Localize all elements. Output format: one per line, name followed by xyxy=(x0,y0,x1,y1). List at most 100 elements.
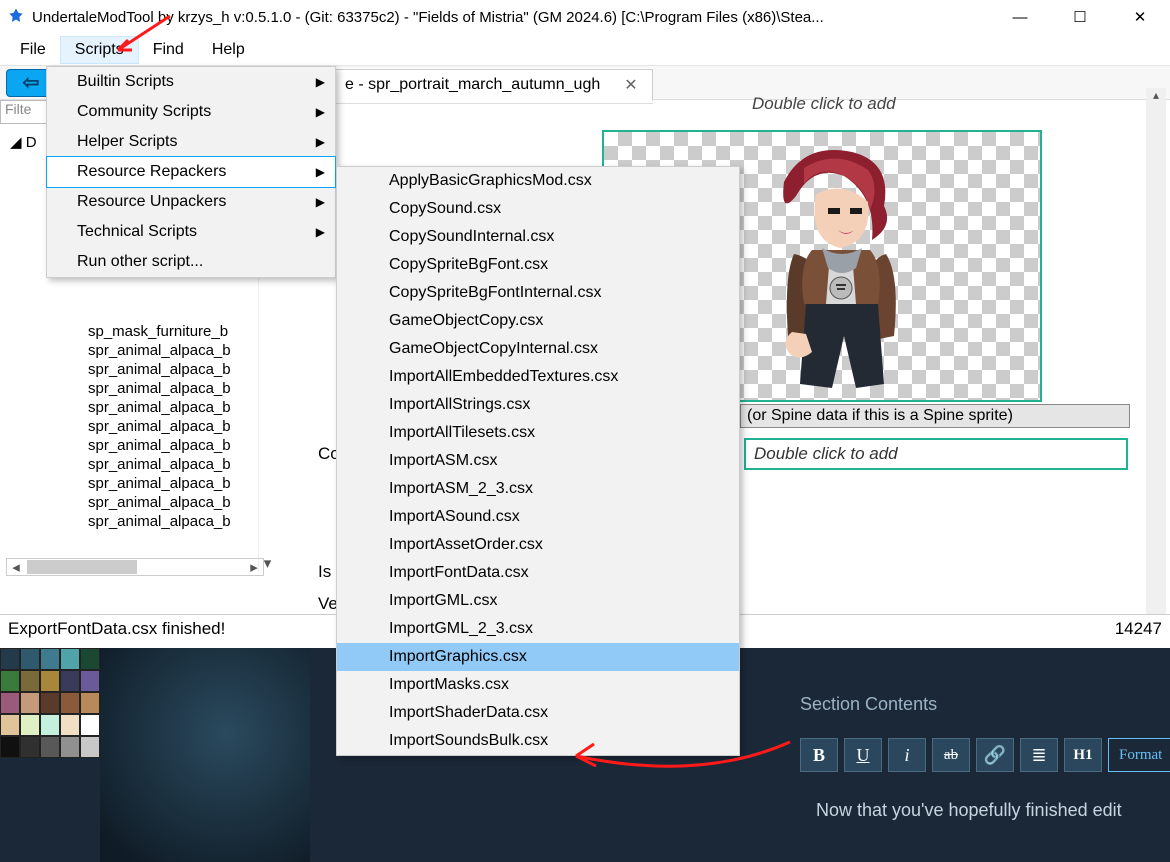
scripts-menu-item[interactable]: Community Scripts▶ xyxy=(47,97,335,127)
tree-item[interactable]: spr_animal_alpaca_b xyxy=(10,360,268,379)
scroll-down-icon[interactable]: ▾ xyxy=(264,554,272,572)
palette-swatch[interactable] xyxy=(40,714,60,736)
palette-swatch[interactable] xyxy=(0,648,20,670)
close-window-button[interactable]: ✕ xyxy=(1110,0,1170,34)
link-button[interactable]: 🔗 xyxy=(976,738,1014,772)
status-text: ExportFontData.csx finished! xyxy=(8,619,225,642)
palette-swatch[interactable] xyxy=(0,670,20,692)
palette-swatch[interactable] xyxy=(20,714,40,736)
tree-item[interactable]: spr_animal_alpaca_b xyxy=(10,379,268,398)
tree-item[interactable]: spr_animal_alpaca_b xyxy=(10,512,268,531)
format-dropdown[interactable]: Format xyxy=(1108,738,1170,772)
tab-row: e - spr_portrait_march_autumn_ugh ✕ xyxy=(330,68,653,104)
tree-item[interactable]: spr_animal_alpaca_b xyxy=(10,398,268,417)
scripts-menu-item[interactable]: Resource Repackers▶ xyxy=(47,157,335,187)
palette-swatch[interactable] xyxy=(60,736,80,758)
repacker-script-item[interactable]: ApplyBasicGraphicsMod.csx xyxy=(337,167,739,195)
repacker-script-item[interactable]: ImportASM.csx xyxy=(337,447,739,475)
menu-find[interactable]: Find xyxy=(139,37,198,63)
tree-item[interactable]: spr_animal_alpaca_b xyxy=(10,493,268,512)
scripts-menu-item[interactable]: Resource Unpackers▶ xyxy=(47,187,335,217)
palette-swatch[interactable] xyxy=(40,648,60,670)
repacker-script-item[interactable]: GameObjectCopyInternal.csx xyxy=(337,335,739,363)
palette-swatch[interactable] xyxy=(0,736,20,758)
repacker-script-item[interactable]: ImportGraphics.csx xyxy=(337,643,739,671)
tree-item[interactable]: spr_animal_alpaca_b xyxy=(10,341,268,360)
repacker-script-item[interactable]: ImportSoundsBulk.csx xyxy=(337,727,739,755)
menu-file[interactable]: File xyxy=(6,37,60,63)
repacker-script-item[interactable]: GameObjectCopy.csx xyxy=(337,307,739,335)
palette-swatch[interactable] xyxy=(0,692,20,714)
palette-swatch[interactable] xyxy=(80,736,100,758)
scripts-menu-item[interactable]: Builtin Scripts▶ xyxy=(47,67,335,97)
underline-button[interactable]: U xyxy=(844,738,882,772)
repacker-script-item[interactable]: CopySpriteBgFont.csx xyxy=(337,251,739,279)
submenu-arrow-icon: ▶ xyxy=(316,105,325,119)
submenu-arrow-icon: ▶ xyxy=(316,135,325,149)
repacker-script-item[interactable]: ImportAllEmbeddedTextures.csx xyxy=(337,363,739,391)
tree-item[interactable]: spr_animal_alpaca_b xyxy=(10,417,268,436)
palette-swatch[interactable] xyxy=(20,670,40,692)
add-texture-bottom[interactable]: Double click to add xyxy=(744,438,1128,470)
repacker-script-item[interactable]: ImportGML.csx xyxy=(337,587,739,615)
palette-swatch[interactable] xyxy=(60,714,80,736)
palette-swatch[interactable] xyxy=(80,714,100,736)
repacker-script-item[interactable]: ImportAllStrings.csx xyxy=(337,391,739,419)
palette-swatch[interactable] xyxy=(40,670,60,692)
repacker-script-item[interactable]: ImportGML_2_3.csx xyxy=(337,615,739,643)
menu-scripts[interactable]: Scripts xyxy=(60,36,139,64)
italic-button[interactable]: i xyxy=(888,738,926,772)
palette-swatch[interactable] xyxy=(60,670,80,692)
scripts-menu-item[interactable]: Helper Scripts▶ xyxy=(47,127,335,157)
tree-item[interactable]: spr_animal_alpaca_b xyxy=(10,455,268,474)
tree-item[interactable]: spr_animal_alpaca_b xyxy=(10,474,268,493)
palette-swatch[interactable] xyxy=(40,736,60,758)
scroll-thumb[interactable] xyxy=(27,560,137,574)
scripts-menu-item[interactable]: Technical Scripts▶ xyxy=(47,217,335,247)
scroll-left-icon[interactable]: ◂ xyxy=(7,558,25,576)
scripts-dropdown[interactable]: Builtin Scripts▶Community Scripts▶Helper… xyxy=(46,66,336,278)
palette-swatch[interactable] xyxy=(20,692,40,714)
palette-swatch[interactable] xyxy=(20,736,40,758)
editor-content[interactable]: Now that you've hopefully finished edit xyxy=(816,800,1156,821)
bold-button[interactable]: B xyxy=(800,738,838,772)
scripts-menu-item[interactable]: Run other script... xyxy=(47,247,335,277)
repacker-script-item[interactable]: ImportShaderData.csx xyxy=(337,699,739,727)
h1-button[interactable]: H1 xyxy=(1064,738,1102,772)
repacker-script-item[interactable]: ImportAssetOrder.csx xyxy=(337,531,739,559)
tab-close-icon[interactable]: ✕ xyxy=(624,75,637,95)
palette-swatch[interactable] xyxy=(40,692,60,714)
list-button[interactable]: ≣ xyxy=(1020,738,1058,772)
tree-item[interactable]: spr_animal_alpaca_b xyxy=(10,436,268,455)
repacker-script-item[interactable]: ImportAllTilesets.csx xyxy=(337,419,739,447)
repacker-script-item[interactable]: ImportMasks.csx xyxy=(337,671,739,699)
repacker-script-item[interactable]: ImportASound.csx xyxy=(337,503,739,531)
repacker-script-item[interactable]: CopySoundInternal.csx xyxy=(337,223,739,251)
maximize-button[interactable]: ☐ xyxy=(1050,0,1110,34)
titlebar: UndertaleModTool by krzys_h v:0.5.1.0 - … xyxy=(0,0,1170,34)
add-texture-top[interactable]: Double click to add xyxy=(744,90,1128,118)
tree-item[interactable]: sp_mask_furniture_b xyxy=(10,322,268,341)
main-vscrollbar[interactable]: ▴ xyxy=(1146,88,1166,628)
color-palette[interactable] xyxy=(0,648,100,848)
resource-repackers-submenu[interactable]: ApplyBasicGraphicsMod.csxCopySound.csxCo… xyxy=(336,166,740,756)
palette-swatch[interactable] xyxy=(80,670,100,692)
palette-swatch[interactable] xyxy=(60,692,80,714)
scroll-up-icon[interactable]: ▴ xyxy=(1146,88,1166,102)
repacker-script-item[interactable]: ImportASM_2_3.csx xyxy=(337,475,739,503)
palette-swatch[interactable] xyxy=(0,714,20,736)
repacker-script-item[interactable]: ImportFontData.csx xyxy=(337,559,739,587)
scroll-right-icon[interactable]: ▸ xyxy=(245,558,263,576)
palette-swatch[interactable] xyxy=(80,692,100,714)
tree-hscrollbar[interactable]: ◂ ▸ xyxy=(6,558,264,576)
strike-button[interactable]: ab xyxy=(932,738,970,772)
minimize-button[interactable]: — xyxy=(990,0,1050,34)
palette-swatch[interactable] xyxy=(80,648,100,670)
menu-help[interactable]: Help xyxy=(198,37,259,63)
tab-sprite[interactable]: e - spr_portrait_march_autumn_ugh ✕ xyxy=(330,69,653,102)
repacker-script-item[interactable]: CopySpriteBgFontInternal.csx xyxy=(337,279,739,307)
palette-swatch[interactable] xyxy=(60,648,80,670)
palette-swatch[interactable] xyxy=(20,648,40,670)
submenu-arrow-icon: ▶ xyxy=(316,225,325,239)
repacker-script-item[interactable]: CopySound.csx xyxy=(337,195,739,223)
